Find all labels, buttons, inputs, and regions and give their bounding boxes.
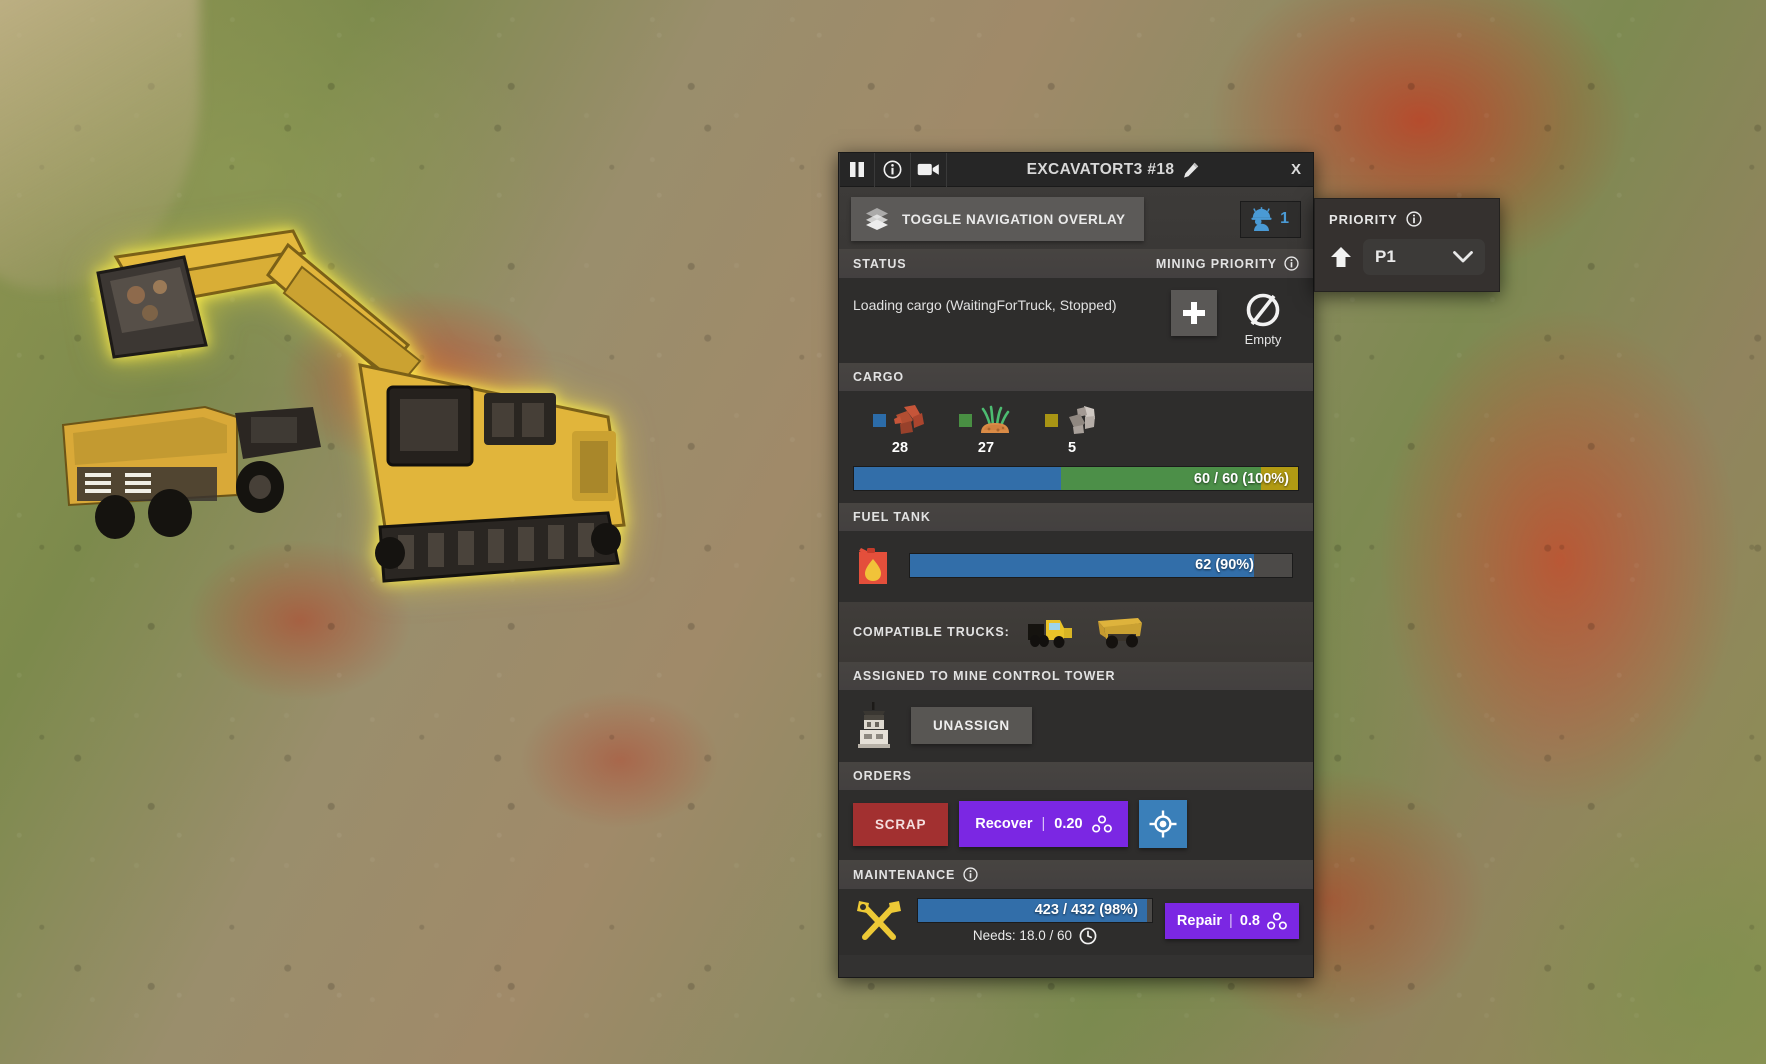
add-mining-priority-button[interactable] [1171, 290, 1217, 336]
dump-truck-icon[interactable] [1094, 614, 1146, 650]
jerrycan-fuel-icon [859, 548, 887, 584]
empty-slash-circle-icon [1246, 293, 1280, 327]
mining-priority-empty-label: Empty [1244, 332, 1282, 347]
cargo-header-label: CARGO [853, 370, 905, 384]
priority-select[interactable]: P1 [1363, 239, 1485, 275]
mine-control-tower-icon [858, 702, 890, 748]
status-header-label: STATUS [853, 256, 907, 271]
close-icon[interactable]: X [1279, 153, 1313, 187]
cargo-item[interactable]: 28 [857, 403, 943, 456]
compatible-trucks-label: COMPATIBLE TRUCKS: [853, 625, 1010, 639]
gray-rock-icon [1069, 406, 1095, 434]
maintenance-section-header: MAINTENANCE [839, 860, 1313, 889]
cargo-count: 5 [1067, 440, 1077, 456]
plus-icon [1183, 302, 1205, 324]
assignment-section-header: ASSIGNED TO MINE CONTROL TOWER [839, 662, 1313, 690]
semi-truck-icon[interactable] [1026, 614, 1078, 650]
info-icon[interactable] [1284, 256, 1299, 271]
cargo-item-list: 28 27 5 [853, 399, 1299, 458]
cargo-swatch [873, 413, 886, 427]
fuel-section-body: 62 (90%) [839, 531, 1313, 602]
priority-header-label: PRIORITY [1329, 211, 1398, 227]
maintenance-bar-text: 423 / 432 (98%) [1034, 902, 1138, 918]
locate-button[interactable] [1138, 800, 1187, 848]
recover-label: Recover [975, 816, 1033, 832]
repair-button[interactable]: Repair | 0.8 [1164, 903, 1299, 939]
recover-button[interactable]: Recover | 0.20 [959, 801, 1128, 847]
worker-count-badge[interactable]: 1 [1240, 200, 1301, 238]
recover-separator: | [1041, 816, 1046, 832]
cargo-count: 27 [977, 440, 995, 456]
status-text: Loading cargo (WaitingForTruck, Stopped) [853, 297, 1117, 313]
priority-popup: PRIORITY P1 [1314, 198, 1500, 292]
recover-value: 0.20 [1054, 816, 1083, 832]
fuel-header-label: FUEL TANK [853, 510, 931, 524]
toggle-navigation-overlay-label: TOGGLE NAVIGATION OVERLAY [902, 211, 1126, 227]
wrench-screwdriver-icon [857, 901, 901, 940]
red-ore-icon [894, 405, 924, 434]
maintenance-section-body: 423 / 432 (98%) Needs: 18.0 / 60 Repair … [839, 889, 1313, 955]
orders-section-header: ORDERS [839, 762, 1313, 790]
priority-selected-value: P1 [1375, 247, 1396, 266]
maintenance-needs-label: Needs: 18.0 / 60 [972, 928, 1072, 943]
info-icon[interactable] [963, 867, 978, 882]
worker-helmet-icon [1251, 206, 1272, 231]
clock-icon [1079, 927, 1097, 944]
window-title-area: EXCAVATORT3 #18 [947, 161, 1279, 179]
repair-separator: | [1229, 913, 1233, 929]
chevron-down-icon [1453, 250, 1473, 262]
excavator-vehicle[interactable] [88, 195, 648, 615]
mining-priority-label: MINING PRIORITY [1155, 256, 1277, 271]
scrap-button[interactable]: SCRAP [853, 802, 949, 846]
toggle-navigation-overlay-button[interactable]: TOGGLE NAVIGATION OVERLAY [851, 197, 1144, 241]
camera-icon[interactable] [911, 152, 947, 187]
orders-section-body: SCRAP Recover | 0.20 [839, 790, 1313, 860]
assignment-header-label: ASSIGNED TO MINE CONTROL TOWER [853, 669, 1116, 683]
maintenance-header-label: MAINTENANCE [853, 867, 956, 882]
fuel-bar-text: 62 (90%) [1195, 557, 1254, 573]
cargo-swatch [1045, 413, 1058, 427]
vehicle-info-window: EXCAVATORT3 #18 X TOGGLE NAVIGATION OVER… [838, 152, 1314, 978]
info-icon[interactable] [875, 152, 911, 187]
cargo-section-header: CARGO [839, 363, 1313, 391]
cargo-bar-text: 60 / 60 (100%) [1193, 470, 1289, 487]
info-icon[interactable] [1406, 211, 1422, 227]
worker-count: 1 [1280, 210, 1289, 227]
pause-icon[interactable] [839, 152, 875, 187]
crosshair-target-icon [1149, 810, 1177, 838]
priority-header: PRIORITY [1329, 211, 1485, 227]
repair-value: 0.8 [1239, 913, 1260, 929]
cargo-section-body: 28 27 5 60 / 60 (100%) [839, 391, 1313, 503]
mining-priority-empty-slot[interactable]: Empty [1227, 290, 1299, 347]
repair-label: Repair [1176, 913, 1223, 929]
unassign-button[interactable]: UNASSIGN [911, 706, 1032, 744]
cargo-count: 28 [891, 440, 909, 456]
cargo-swatch [959, 413, 972, 427]
maintenance-needs: Needs: 18.0 / 60 [973, 927, 1097, 945]
game-viewport[interactable]: EXCAVATORT3 #18 X TOGGLE NAVIGATION OVER… [0, 0, 1766, 1064]
window-toolbar: TOGGLE NAVIGATION OVERLAY 1 [839, 187, 1313, 249]
fuel-bar: 62 (90%) [909, 552, 1293, 578]
compatible-trucks-section: COMPATIBLE TRUCKS: [839, 602, 1313, 662]
orders-header-label: ORDERS [853, 769, 912, 783]
cargo-item[interactable]: 27 [943, 403, 1029, 456]
fuel-section-header: FUEL TANK [839, 503, 1313, 531]
status-section-header: STATUS MINING PRIORITY [839, 249, 1313, 278]
resource-node-icon [1091, 815, 1112, 833]
cargo-bar-segment [854, 467, 1062, 490]
status-section-body: Loading cargo (WaitingForTruck, Stopped)… [839, 278, 1313, 363]
resource-node-icon [1267, 912, 1287, 930]
maintenance-bar: 423 / 432 (98%) [917, 897, 1153, 923]
dirt-grass-icon [981, 405, 1010, 433]
cargo-item[interactable]: 5 [1029, 403, 1115, 456]
up-arrow-icon[interactable] [1329, 245, 1353, 269]
edit-pencil-icon[interactable] [1183, 162, 1199, 178]
window-footer [839, 955, 1313, 977]
cargo-capacity-bar: 60 / 60 (100%) [853, 466, 1299, 491]
layers-icon [866, 208, 888, 230]
window-titlebar: EXCAVATORT3 #18 X [839, 152, 1313, 187]
page-title: EXCAVATORT3 #18 [1026, 160, 1175, 178]
assignment-section-body: UNASSIGN [839, 690, 1313, 762]
